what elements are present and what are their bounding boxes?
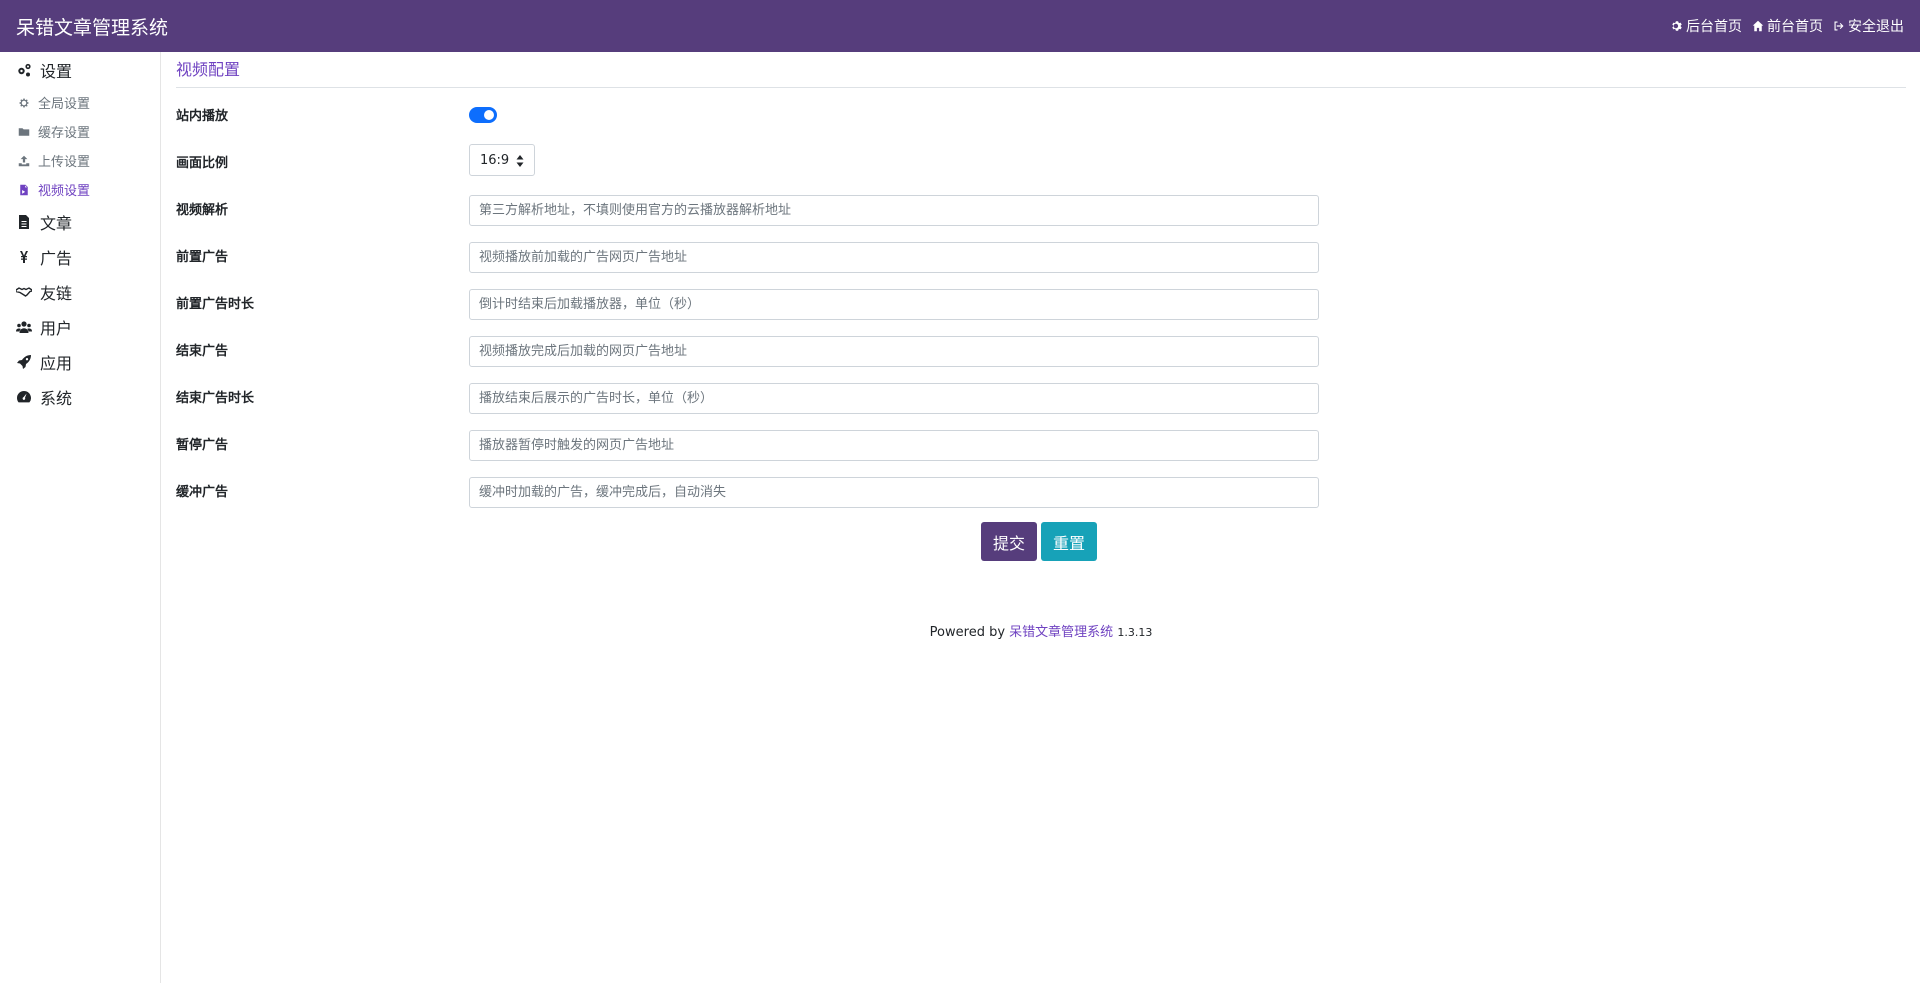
sidebar-item-apps[interactable]: 应用: [0, 344, 160, 379]
field-label: 前置广告: [176, 250, 229, 265]
front-home-link[interactable]: 前台首页: [1752, 16, 1823, 36]
top-navbar: 呆错文章管理系统 后台首页 前台首页 安全退出: [0, 0, 1920, 52]
field-label: 视频解析: [176, 203, 229, 218]
sidebar-sub-global[interactable]: 全局设置: [0, 88, 160, 117]
parse-url-input[interactable]: [469, 195, 1319, 226]
home-icon: [1752, 20, 1764, 32]
footer: Powered by 呆错文章管理系统 1.3.13: [176, 621, 1906, 640]
row-end-ad-time: 结束广告时长: [176, 377, 1906, 424]
sidebar: 设置 全局设置 缓存设置 上传设置 视频设置 文章 广告 友链 用户 应用 系统: [0, 52, 161, 983]
sidebar-item-links[interactable]: 友链: [0, 274, 160, 309]
logout-link[interactable]: 安全退出: [1833, 16, 1904, 36]
submit-button[interactable]: 提交: [981, 522, 1038, 561]
users-icon: [16, 320, 32, 333]
sidebar-group-label: 应用: [40, 353, 73, 373]
row-parse: 视频解析: [176, 189, 1906, 236]
gear-icon: [1672, 21, 1682, 31]
buffer-ad-input[interactable]: [469, 477, 1319, 508]
logout-label: 安全退出: [1848, 19, 1904, 35]
dashboard-icon: [17, 390, 31, 402]
file-video-icon: [20, 184, 28, 195]
sidebar-item-articles[interactable]: 文章: [0, 204, 160, 239]
pause-ad-input[interactable]: [469, 430, 1319, 461]
row-actions: 提交 重置: [176, 518, 1906, 573]
end-ad-time-input[interactable]: [469, 383, 1319, 414]
sidebar-group-label: 广告: [40, 248, 73, 268]
front-home-label: 前台首页: [1767, 19, 1823, 35]
field-label: 暂停广告: [176, 438, 229, 453]
file-text-icon: [19, 214, 29, 229]
inline-play-toggle[interactable]: [469, 107, 497, 123]
page-title: 视频配置: [176, 52, 1906, 88]
admin-home-link[interactable]: 后台首页: [1671, 16, 1742, 36]
aspect-select[interactable]: 16:9: [469, 144, 535, 176]
field-label: 结束广告: [176, 344, 229, 359]
pre-ad-time-input[interactable]: [469, 289, 1319, 320]
yen-icon: [20, 250, 28, 263]
upload-icon: [18, 155, 30, 166]
cogs-icon: [18, 63, 31, 77]
gear-icon: [19, 98, 29, 107]
footer-version: 1.3.13: [1117, 626, 1153, 639]
row-buffer-ad: 缓冲广告: [176, 471, 1906, 518]
sidebar-sub-upload[interactable]: 上传设置: [0, 146, 160, 175]
field-label: 缓冲广告: [176, 485, 229, 500]
footer-powered-by: Powered by: [929, 625, 1006, 640]
row-pre-ad: 前置广告: [176, 236, 1906, 283]
footer-product-link[interactable]: 呆错文章管理系统: [1009, 625, 1113, 640]
end-ad-input[interactable]: [469, 336, 1319, 367]
sidebar-sub-label: 缓存设置: [38, 126, 91, 141]
sidebar-item-system[interactable]: 系统: [0, 379, 160, 414]
main-content: 视频配置 站内播放 画面比例 16:9 视频解析 前置广告: [176, 52, 1906, 640]
folder-icon: [18, 127, 30, 136]
sidebar-item-ads[interactable]: 广告: [0, 239, 160, 274]
sidebar-item-settings[interactable]: 设置: [0, 52, 160, 88]
sidebar-sub-label: 上传设置: [38, 155, 91, 170]
rocket-icon: [17, 354, 31, 369]
sidebar-group-label: 友链: [40, 283, 73, 303]
sidebar-sub-label: 视频设置: [38, 184, 91, 199]
row-aspect: 画面比例 16:9: [176, 142, 1906, 189]
sidebar-group-label: 系统: [40, 388, 73, 408]
field-label: 站内播放: [176, 109, 229, 124]
sidebar-item-users[interactable]: 用户: [0, 309, 160, 344]
sidebar-sub-label: 全局设置: [38, 97, 91, 112]
field-label: 结束广告时长: [176, 391, 255, 406]
field-label: 前置广告时长: [176, 297, 255, 312]
sign-out-icon: [1834, 21, 1844, 31]
row-pause-ad: 暂停广告: [176, 424, 1906, 471]
sidebar-group-label: 用户: [40, 318, 73, 338]
pre-ad-input[interactable]: [469, 242, 1319, 273]
reset-button[interactable]: 重置: [1041, 522, 1098, 561]
row-inline-play: 站内播放: [176, 95, 1906, 142]
sidebar-settings-label: 设置: [40, 62, 73, 81]
video-config-form: 站内播放 画面比例 16:9 视频解析 前置广告 前置广告时长: [176, 95, 1906, 573]
field-label: 画面比例: [176, 156, 229, 171]
admin-home-label: 后台首页: [1686, 19, 1742, 35]
handshake-icon: [16, 286, 32, 297]
row-pre-ad-time: 前置广告时长: [176, 283, 1906, 330]
sidebar-sub-video[interactable]: 视频设置: [0, 175, 160, 204]
sidebar-sub-cache[interactable]: 缓存设置: [0, 117, 160, 146]
row-end-ad: 结束广告: [176, 330, 1906, 377]
sidebar-group-label: 文章: [40, 213, 73, 233]
top-nav-links: 后台首页 前台首页 安全退出: [1671, 16, 1904, 36]
app-title[interactable]: 呆错文章管理系统: [16, 13, 168, 40]
sort-icon: [516, 155, 524, 167]
aspect-select-value: 16:9: [480, 152, 510, 168]
